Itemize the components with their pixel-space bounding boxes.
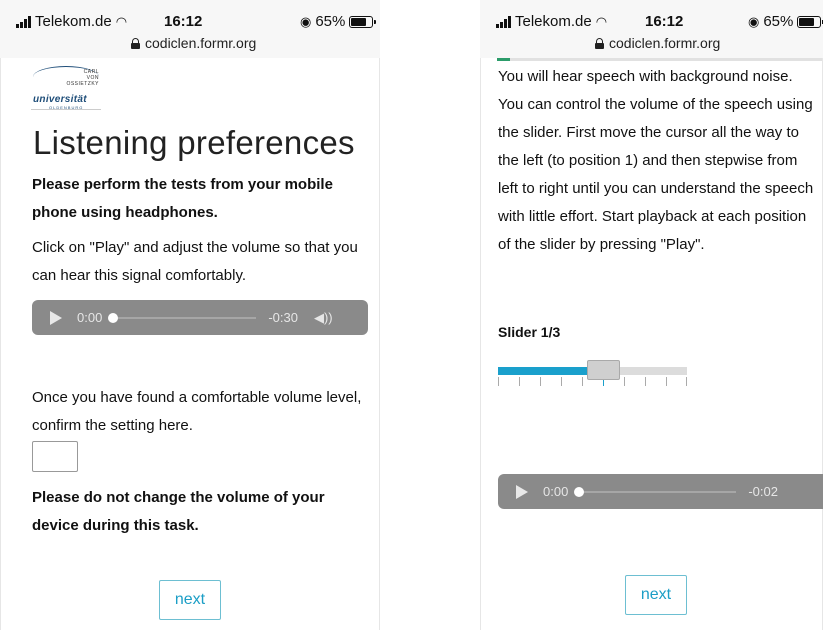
progress-fill bbox=[497, 58, 510, 61]
audio-player[interactable]: 0:00 -0:02 bbox=[498, 474, 823, 509]
headphones-instruction: Please perform the tests from your mobil… bbox=[32, 176, 333, 221]
volume-slider[interactable] bbox=[498, 360, 687, 390]
audio-seek-bar[interactable] bbox=[574, 486, 737, 497]
slider-tick bbox=[561, 377, 562, 386]
address-bar[interactable]: codiclen.formr.org bbox=[131, 35, 256, 51]
volume-warning: Please do not change the volume of your … bbox=[32, 489, 325, 534]
status-bar: Telekom.de ◠ 16:12 ◉ 65% codiclen.formr.… bbox=[0, 0, 380, 58]
slider-instruction: You will hear speech with background noi… bbox=[498, 68, 814, 253]
carrier: Telekom.de ◠ bbox=[16, 13, 127, 30]
signal-icon bbox=[496, 15, 511, 28]
audio-seek-bar[interactable] bbox=[108, 312, 257, 323]
university-logo: CARL VON OSSIETZKY universität OLDENBURG bbox=[31, 66, 101, 110]
audio-seek-knob[interactable] bbox=[574, 486, 585, 497]
clock: 16:12 bbox=[645, 13, 684, 30]
battery-icon bbox=[797, 15, 823, 28]
lock-icon bbox=[595, 37, 604, 49]
survey-page: CARL VON OSSIETZKY universität OLDENBURG… bbox=[0, 58, 380, 630]
volume-confirm-checkbox[interactable] bbox=[32, 441, 78, 472]
next-button[interactable]: next bbox=[625, 575, 687, 615]
signal-icon bbox=[16, 15, 31, 28]
screenshot-gap bbox=[380, 0, 480, 630]
confirm-instruction: Once you have found a comfortable volume… bbox=[32, 389, 362, 434]
audio-current-time: 0:00 bbox=[77, 310, 103, 325]
audio-remaining-time: -0:30 bbox=[268, 310, 298, 325]
volume-icon[interactable]: ◀)) bbox=[314, 310, 333, 326]
url-text: codiclen.formr.org bbox=[609, 35, 721, 51]
audio-remaining-time: -0:02 bbox=[748, 484, 778, 499]
url-text: codiclen.formr.org bbox=[145, 35, 257, 51]
slider-tick bbox=[645, 377, 646, 386]
status-bar: Telekom.de ◠ 16:12 ◉ 65% codiclen.formr.… bbox=[480, 0, 823, 58]
carrier: Telekom.de ◠ bbox=[496, 13, 607, 30]
battery-label: 65% bbox=[763, 13, 794, 30]
next-button[interactable]: next bbox=[159, 580, 221, 620]
carrier-label: Telekom.de bbox=[515, 13, 592, 30]
battery-icon bbox=[349, 15, 377, 28]
slider-tick bbox=[686, 377, 687, 386]
slider-label: Slider 1/3 bbox=[498, 324, 561, 340]
play-icon[interactable] bbox=[516, 484, 528, 499]
lock-icon bbox=[131, 37, 140, 49]
clock: 16:12 bbox=[164, 13, 203, 30]
survey-page: You will hear speech with background noi… bbox=[480, 58, 823, 630]
progress-bar bbox=[497, 58, 822, 61]
play-instruction: Click on "Play" and adjust the volume so… bbox=[32, 239, 358, 284]
wifi-icon: ◠ bbox=[595, 13, 608, 29]
page-title: Listening preferences bbox=[33, 124, 355, 161]
phone-screen-left: Telekom.de ◠ 16:12 ◉ 65% codiclen.formr.… bbox=[0, 0, 380, 630]
slider-tick bbox=[498, 377, 499, 386]
phone-screen-right: Telekom.de ◠ 16:12 ◉ 65% codiclen.formr.… bbox=[480, 0, 823, 630]
address-bar[interactable]: codiclen.formr.org bbox=[595, 35, 720, 51]
orientation-lock-icon: ◉ bbox=[300, 13, 312, 29]
audio-player[interactable]: 0:00 -0:30 ◀)) bbox=[32, 300, 368, 335]
carrier-label: Telekom.de bbox=[35, 13, 112, 30]
battery: ◉ 65% bbox=[748, 13, 823, 30]
play-icon[interactable] bbox=[50, 310, 62, 325]
slider-tick bbox=[582, 377, 583, 386]
slider-tick bbox=[624, 377, 625, 386]
slider-tick bbox=[666, 377, 667, 386]
audio-seek-knob[interactable] bbox=[108, 312, 119, 323]
battery: ◉ 65% bbox=[300, 13, 377, 30]
slider-tick bbox=[540, 377, 541, 386]
wifi-icon: ◠ bbox=[115, 13, 128, 29]
audio-current-time: 0:00 bbox=[543, 484, 569, 499]
slider-handle[interactable] bbox=[587, 360, 620, 380]
orientation-lock-icon: ◉ bbox=[748, 13, 760, 29]
slider-tick bbox=[519, 377, 520, 386]
battery-label: 65% bbox=[315, 13, 346, 30]
